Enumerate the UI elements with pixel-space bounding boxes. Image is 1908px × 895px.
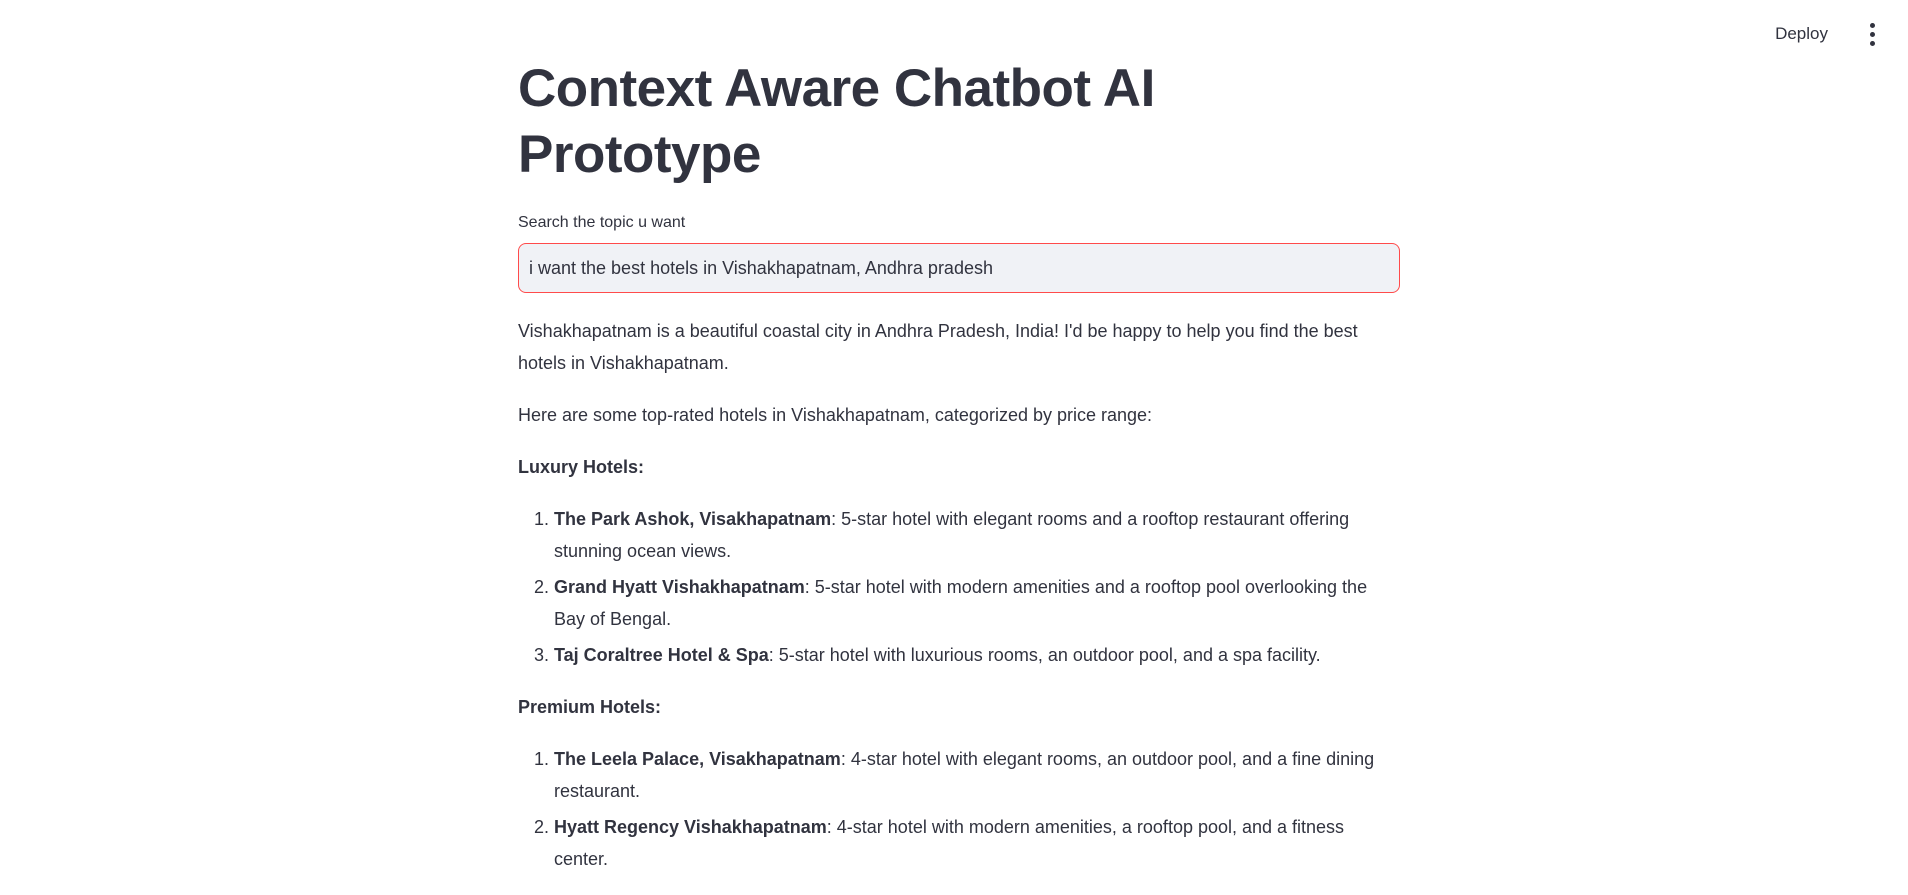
section-heading-luxury: Luxury Hotels: bbox=[518, 457, 645, 477]
chatbot-response: Vishakhapatnam is a beautiful coastal ci… bbox=[518, 315, 1400, 875]
hotel-name: Hyatt Regency Vishakhapatnam bbox=[554, 817, 827, 837]
main-content: Context Aware Chatbot AI Prototype Searc… bbox=[518, 56, 1400, 895]
menu-dot bbox=[1869, 31, 1875, 37]
hotel-name: The Park Ashok, Visakhapatnam bbox=[554, 509, 832, 529]
list-item: The Park Ashok, Visakhapatnam: 5-star ho… bbox=[554, 503, 1400, 567]
list-item: The Leela Palace, Visakhapatnam: 4-star … bbox=[554, 743, 1400, 807]
page-title: Context Aware Chatbot AI Prototype bbox=[518, 59, 1155, 184]
hotel-list-premium: The Leela Palace, Visakhapatnam: 4-star … bbox=[518, 743, 1400, 875]
menu-dot bbox=[1869, 40, 1875, 46]
hotel-list-luxury: The Park Ashok, Visakhapatnam : 5-star ho… bbox=[518, 503, 1400, 671]
search-input[interactable] bbox=[518, 243, 1400, 293]
list-item: Grand Hyatt Vishakhapatnam: 5-star hotel… bbox=[554, 571, 1400, 635]
hotel-name: Taj Coraltree Hotel & Spa bbox=[554, 645, 769, 665]
hotel-description: : 5-star hotel with luxurious rooms, an … bbox=[768, 645, 1321, 665]
vertical-ellipsis-icon[interactable] bbox=[1858, 16, 1886, 52]
response-intro: Vishakhapatnam is a beautiful coastal ci… bbox=[518, 321, 1358, 373]
response-subintro: Here are some top-rated hotels in Vishak… bbox=[518, 405, 1153, 425]
deploy-button[interactable]: Deploy bbox=[1763, 16, 1840, 52]
list-item: Taj Coraltree Hotel & Spa: 5-star hotel … bbox=[554, 639, 1400, 671]
hotel-name: Grand Hyatt Vishakhapatnam bbox=[554, 577, 805, 597]
hotel-name: The Leela Palace, Visakhapatnam bbox=[554, 749, 841, 769]
search-input-label: Search the topic u want bbox=[518, 214, 686, 231]
menu-dot bbox=[1869, 22, 1875, 28]
list-item: Hyatt Regency Vishakhapatnam: 4-star hot… bbox=[554, 811, 1400, 875]
top-toolbar: Deploy bbox=[1763, 0, 1908, 68]
section-heading-premium: Premium Hotels: bbox=[518, 697, 662, 717]
